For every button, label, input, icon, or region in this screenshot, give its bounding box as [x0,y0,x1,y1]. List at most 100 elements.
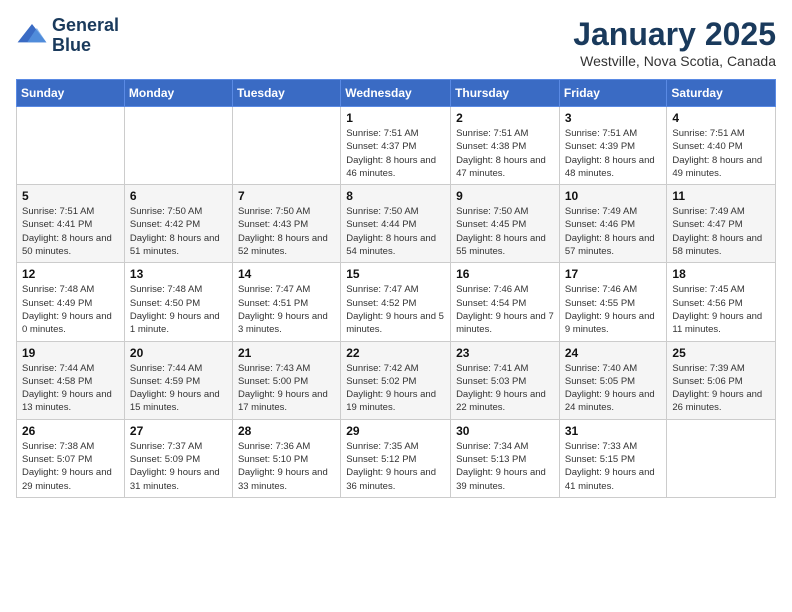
calendar-cell: 28 Sunrise: 7:36 AM Sunset: 5:10 PM Dayli… [232,419,340,497]
day-number: 18 [672,267,770,281]
cell-content: Sunrise: 7:37 AM Sunset: 5:09 PM Dayligh… [130,440,227,493]
cell-content: Sunrise: 7:39 AM Sunset: 5:06 PM Dayligh… [672,362,770,415]
calendar-cell: 2 Sunrise: 7:51 AM Sunset: 4:38 PM Daylig… [451,107,560,185]
day-number: 16 [456,267,554,281]
weekday-header-thursday: Thursday [451,80,560,107]
calendar-cell: 24Sunrise: 7:40 AM Sunset: 5:05 PM Dayli… [559,341,667,419]
calendar-cell [667,419,776,497]
day-number: 20 [130,346,227,360]
cell-content: Sunrise: 7:34 AM Sunset: 5:13 PM Dayligh… [456,440,554,493]
day-number: 7 [238,189,335,203]
day-number: 24 [565,346,662,360]
calendar-cell [17,107,125,185]
calendar-cell: 17 Sunrise: 7:46 AM Sunset: 4:55 PM Dayli… [559,263,667,341]
calendar-cell: 19Sunrise: 7:44 AM Sunset: 4:58 PM Dayli… [17,341,125,419]
calendar-cell [124,107,232,185]
weekday-header-wednesday: Wednesday [341,80,451,107]
cell-content: Sunrise: 7:43 AM Sunset: 5:00 PM Dayligh… [238,362,335,415]
cell-content: Sunrise: 7:46 AM Sunset: 4:54 PM Dayligh… [456,283,554,336]
page-header: General Blue January 2025 Westville, Nov… [16,16,776,69]
day-number: 8 [346,189,445,203]
day-number: 13 [130,267,227,281]
cell-content: Sunrise: 7:51 AM Sunset: 4:41 PM Dayligh… [22,205,119,258]
day-number: 26 [22,424,119,438]
title-area: January 2025 Westville, Nova Scotia, Can… [573,16,776,69]
day-number: 6 [130,189,227,203]
weekday-header-saturday: Saturday [667,80,776,107]
weekday-header-tuesday: Tuesday [232,80,340,107]
cell-content: Sunrise: 7:49 AM Sunset: 4:47 PM Dayligh… [672,205,770,258]
calendar-cell: 15Sunrise: 7:47 AM Sunset: 4:52 PM Dayli… [341,263,451,341]
cell-content: Sunrise: 7:38 AM Sunset: 5:07 PM Dayligh… [22,440,119,493]
calendar-cell: 29 Sunrise: 7:35 AM Sunset: 5:12 PM Dayli… [341,419,451,497]
cell-content: Sunrise: 7:51 AM Sunset: 4:40 PM Dayligh… [672,127,770,180]
calendar-cell: 6 Sunrise: 7:50 AM Sunset: 4:42 PM Daylig… [124,185,232,263]
calendar-table: SundayMondayTuesdayWednesdayThursdayFrid… [16,79,776,498]
calendar-cell: 7Sunrise: 7:50 AM Sunset: 4:43 PM Daylig… [232,185,340,263]
logo-icon [16,20,48,52]
calendar-cell: 22 Sunrise: 7:42 AM Sunset: 5:02 PM Dayli… [341,341,451,419]
weekday-row: SundayMondayTuesdayWednesdayThursdayFrid… [17,80,776,107]
day-number: 30 [456,424,554,438]
calendar-cell: 3Sunrise: 7:51 AM Sunset: 4:39 PM Daylig… [559,107,667,185]
calendar-cell: 4 Sunrise: 7:51 AM Sunset: 4:40 PM Daylig… [667,107,776,185]
day-number: 21 [238,346,335,360]
cell-content: Sunrise: 7:35 AM Sunset: 5:12 PM Dayligh… [346,440,445,493]
calendar-cell: 14 Sunrise: 7:47 AM Sunset: 4:51 PM Dayli… [232,263,340,341]
calendar-cell: 23 Sunrise: 7:41 AM Sunset: 5:03 PM Dayli… [451,341,560,419]
cell-content: Sunrise: 7:51 AM Sunset: 4:39 PM Dayligh… [565,127,662,180]
calendar-header: SundayMondayTuesdayWednesdayThursdayFrid… [17,80,776,107]
calendar-cell: 12Sunrise: 7:48 AM Sunset: 4:49 PM Dayli… [17,263,125,341]
day-number: 27 [130,424,227,438]
cell-content: Sunrise: 7:50 AM Sunset: 4:42 PM Dayligh… [130,205,227,258]
cell-content: Sunrise: 7:45 AM Sunset: 4:56 PM Dayligh… [672,283,770,336]
cell-content: Sunrise: 7:51 AM Sunset: 4:38 PM Dayligh… [456,127,554,180]
calendar-cell: 21 Sunrise: 7:43 AM Sunset: 5:00 PM Dayli… [232,341,340,419]
calendar-cell [232,107,340,185]
month-title: January 2025 [573,16,776,53]
calendar-cell: 9Sunrise: 7:50 AM Sunset: 4:45 PM Daylig… [451,185,560,263]
day-number: 29 [346,424,445,438]
weekday-header-sunday: Sunday [17,80,125,107]
logo-text: General Blue [52,16,119,56]
day-number: 14 [238,267,335,281]
calendar-week-2: 5 Sunrise: 7:51 AM Sunset: 4:41 PM Daylig… [17,185,776,263]
calendar-week-5: 26 Sunrise: 7:38 AM Sunset: 5:07 PM Dayli… [17,419,776,497]
calendar-cell: 11Sunrise: 7:49 AM Sunset: 4:47 PM Dayli… [667,185,776,263]
day-number: 5 [22,189,119,203]
cell-content: Sunrise: 7:49 AM Sunset: 4:46 PM Dayligh… [565,205,662,258]
cell-content: Sunrise: 7:41 AM Sunset: 5:03 PM Dayligh… [456,362,554,415]
calendar-week-4: 19Sunrise: 7:44 AM Sunset: 4:58 PM Dayli… [17,341,776,419]
cell-content: Sunrise: 7:33 AM Sunset: 5:15 PM Dayligh… [565,440,662,493]
cell-content: Sunrise: 7:50 AM Sunset: 4:44 PM Dayligh… [346,205,445,258]
calendar-cell: 1 Sunrise: 7:51 AM Sunset: 4:37 PM Daylig… [341,107,451,185]
calendar-cell: 27 Sunrise: 7:37 AM Sunset: 5:09 PM Dayli… [124,419,232,497]
cell-content: Sunrise: 7:42 AM Sunset: 5:02 PM Dayligh… [346,362,445,415]
calendar-cell: 26 Sunrise: 7:38 AM Sunset: 5:07 PM Dayli… [17,419,125,497]
calendar-cell: 8 Sunrise: 7:50 AM Sunset: 4:44 PM Daylig… [341,185,451,263]
calendar-cell: 20 Sunrise: 7:44 AM Sunset: 4:59 PM Dayli… [124,341,232,419]
calendar-cell: 18 Sunrise: 7:45 AM Sunset: 4:56 PM Dayli… [667,263,776,341]
calendar-body: 1 Sunrise: 7:51 AM Sunset: 4:37 PM Daylig… [17,107,776,498]
location-subtitle: Westville, Nova Scotia, Canada [573,53,776,69]
cell-content: Sunrise: 7:46 AM Sunset: 4:55 PM Dayligh… [565,283,662,336]
calendar-cell: 13Sunrise: 7:48 AM Sunset: 4:50 PM Dayli… [124,263,232,341]
day-number: 22 [346,346,445,360]
calendar-cell: 25Sunrise: 7:39 AM Sunset: 5:06 PM Dayli… [667,341,776,419]
cell-content: Sunrise: 7:51 AM Sunset: 4:37 PM Dayligh… [346,127,445,180]
day-number: 2 [456,111,554,125]
day-number: 28 [238,424,335,438]
day-number: 12 [22,267,119,281]
cell-content: Sunrise: 7:47 AM Sunset: 4:52 PM Dayligh… [346,283,445,336]
day-number: 17 [565,267,662,281]
day-number: 1 [346,111,445,125]
cell-content: Sunrise: 7:47 AM Sunset: 4:51 PM Dayligh… [238,283,335,336]
cell-content: Sunrise: 7:44 AM Sunset: 4:59 PM Dayligh… [130,362,227,415]
calendar-cell: 16 Sunrise: 7:46 AM Sunset: 4:54 PM Dayli… [451,263,560,341]
day-number: 19 [22,346,119,360]
calendar-cell: 10Sunrise: 7:49 AM Sunset: 4:46 PM Dayli… [559,185,667,263]
day-number: 9 [456,189,554,203]
day-number: 23 [456,346,554,360]
cell-content: Sunrise: 7:36 AM Sunset: 5:10 PM Dayligh… [238,440,335,493]
day-number: 4 [672,111,770,125]
